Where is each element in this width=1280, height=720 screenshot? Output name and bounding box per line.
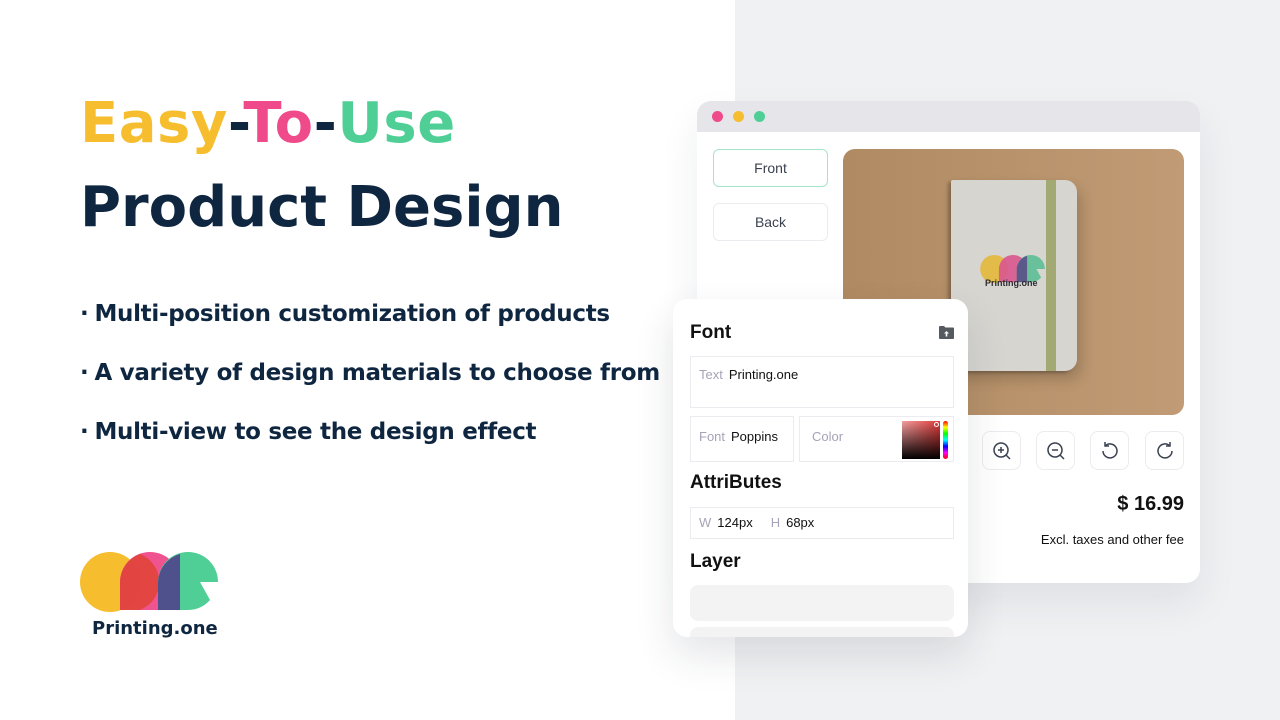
size-field[interactable]: W 124px H 68px <box>690 507 954 539</box>
headline-word-to: To <box>243 91 314 156</box>
zoom-out-icon <box>1046 441 1065 460</box>
attributes-section-heading: AttriButes <box>690 472 782 493</box>
font-label: Font <box>699 429 726 444</box>
font-section-heading: Font <box>690 322 732 343</box>
maximize-dot-icon[interactable] <box>754 111 765 122</box>
rotate-right-button[interactable] <box>1145 431 1184 470</box>
rotate-right-icon <box>1156 441 1173 459</box>
bullet-dot: · <box>80 419 89 445</box>
front-view-button[interactable]: Front <box>713 149 828 187</box>
headline-word-use: Use <box>337 91 456 156</box>
headline: Easy-To-Use Product Design <box>80 92 564 240</box>
rotate-left-icon <box>1101 441 1118 459</box>
feature-text: Multi-view to see the design effect <box>94 419 537 445</box>
layer-item[interactable] <box>690 585 954 621</box>
headline-title: Product Design <box>80 175 564 240</box>
width-label: W <box>699 515 712 530</box>
minimize-dot-icon[interactable] <box>733 111 744 122</box>
upload-button[interactable] <box>939 325 954 344</box>
product-price: $ 16.99 <box>1117 493 1184 515</box>
text-label: Text <box>699 367 723 382</box>
headline-dash: - <box>313 91 338 156</box>
notebook-logo-text: Printing.one <box>985 278 1038 288</box>
rotate-left-button[interactable] <box>1090 431 1129 470</box>
color-saturation-picker[interactable] <box>902 421 940 459</box>
font-select[interactable]: Font Poppins <box>690 416 794 462</box>
feature-list: · Multi-position customization of product… <box>80 298 660 475</box>
feature-text: A variety of design materials to choose … <box>94 360 660 386</box>
headline-dash: - <box>227 91 244 156</box>
brand-name: Printing.one <box>92 618 218 639</box>
zoom-out-button[interactable] <box>1036 431 1075 470</box>
feature-text: Multi-position customization of products <box>94 301 610 327</box>
color-field: Color <box>799 416 954 462</box>
feature-item: · A variety of design materials to choose… <box>80 357 660 389</box>
height-label: H <box>770 515 781 530</box>
zoom-in-button[interactable] <box>982 431 1021 470</box>
text-input[interactable]: Text Printing.one <box>690 356 954 408</box>
brand-logo: Printing.one <box>80 550 220 639</box>
window-titlebar <box>697 101 1200 132</box>
bullet-dot: · <box>80 301 89 327</box>
close-dot-icon[interactable] <box>712 111 723 122</box>
design-settings-panel: Font Text Printing.one Font Poppins Color … <box>673 299 968 637</box>
headline-tagline: Easy-To-Use <box>80 92 564 156</box>
notebook-elastic-band <box>1046 180 1056 371</box>
price-note: Excl. taxes and other fee <box>1040 532 1184 547</box>
width-value[interactable]: 124px <box>717 515 752 530</box>
font-value: Poppins <box>731 429 778 444</box>
back-view-button[interactable]: Back <box>713 203 828 241</box>
headline-word-easy: Easy <box>80 91 228 156</box>
layer-item[interactable] <box>690 627 954 637</box>
printing-one-logo-icon <box>80 552 218 612</box>
height-value[interactable]: 68px <box>786 515 814 530</box>
text-value: Printing.one <box>728 367 799 382</box>
notebook-mockup: Printing.one <box>951 180 1077 371</box>
upload-folder-icon <box>939 326 954 339</box>
layer-section-heading: Layer <box>690 551 741 572</box>
color-picker-handle[interactable] <box>934 422 939 427</box>
bullet-dot: · <box>80 360 89 386</box>
feature-item: · Multi-view to see the design effect <box>80 416 660 448</box>
feature-item: · Multi-position customization of product… <box>80 298 660 330</box>
color-label: Color <box>812 429 844 444</box>
hue-slider[interactable] <box>943 421 948 459</box>
zoom-in-icon <box>992 441 1011 460</box>
notebook-logo[interactable]: Printing.one <box>979 254 1047 289</box>
